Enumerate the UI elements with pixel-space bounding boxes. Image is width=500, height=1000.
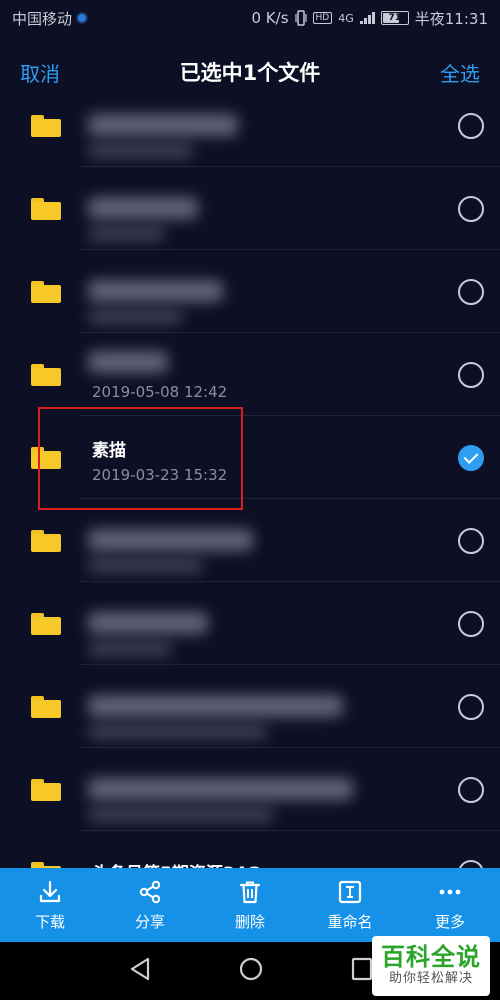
hd-badge: HD [312,12,333,24]
file-row[interactable]: 2019-05-08 12:42 [0,333,500,416]
signal-icon [359,12,375,24]
watermark-subtitle: 助你轻松解决 [388,971,473,986]
redacted-file-name [88,197,198,219]
redacted-file-date [88,144,193,158]
redacted-file-name [88,612,208,634]
rename-label: 重命名 [327,912,373,931]
trash-icon [239,881,261,903]
checked-checkbox[interactable] [458,445,484,471]
redacted-file-name [88,695,343,717]
redacted-file-date [88,227,165,241]
delete-label: 删除 [234,912,265,931]
file-row[interactable] [0,84,500,167]
status-left: 中国移动 [12,8,87,29]
checkbox[interactable] [458,528,484,554]
redacted-file-date [88,310,183,324]
download-icon [39,880,61,902]
delete-button[interactable]: 删除 [200,868,300,942]
file-row[interactable] [0,250,500,333]
file-date: 2019-05-08 12:42 [92,383,228,401]
file-list: 2019-05-08 12:42 素描 2019-03-23 15:32 头条号第5期… [0,84,500,868]
folder-icon [31,198,61,220]
download-label: 下载 [34,912,65,931]
file-row[interactable]: 头条号第5期资源34G [0,831,500,868]
folder-icon [31,696,61,718]
file-date: 2019-03-23 15:32 [92,466,228,484]
redacted-file-date [88,642,172,656]
rename-button[interactable]: 重命名 [300,868,400,942]
rename-icon [338,880,362,903]
file-row[interactable] [0,748,500,831]
watermark-logo: 百科全说 助你轻松解决 [372,936,490,996]
folder-icon [31,530,61,552]
action-bar: 下载 分享 删除 重命名 更多 [0,868,500,942]
file-row[interactable] [0,167,500,250]
status-bar: 中国移动 0 K/s HD 4G 71 半夜11:31 [0,0,500,36]
clock: 半夜11:31 [414,9,488,28]
folder-icon [31,115,61,137]
redacted-file-name [88,351,168,373]
checkbox[interactable] [458,279,484,305]
page-title: 已选中1个文件 [179,61,321,85]
more-button[interactable]: 更多 [400,868,500,942]
vibrate-icon [294,10,307,26]
more-icon [439,889,461,894]
battery-level: 71 [388,13,402,23]
checkbox[interactable] [458,196,484,222]
checkbox[interactable] [458,694,484,720]
download-button[interactable]: 下载 [0,868,100,942]
select-all-button[interactable]: 全选 [440,58,480,87]
redacted-file-date [88,559,203,573]
file-row[interactable] [0,582,500,665]
redacted-file-date [88,808,274,822]
checkbox[interactable] [458,113,484,139]
folder-icon [31,779,61,801]
checkbox[interactable] [458,860,484,868]
more-label: 更多 [434,912,465,931]
redacted-file-name [88,280,223,302]
share-button[interactable]: 分享 [100,868,200,942]
folder-icon [31,281,61,303]
file-row[interactable] [0,499,500,582]
file-row[interactable]: 素描 2019-03-23 15:32 [0,416,500,499]
home-icon[interactable] [238,956,264,982]
redacted-file-name [88,114,238,136]
folder-icon [31,613,61,635]
back-icon[interactable] [128,956,152,982]
cancel-button[interactable]: 取消 [20,58,60,87]
folder-icon [31,364,61,386]
location-dot-icon [78,14,87,22]
file-row[interactable] [0,665,500,748]
redacted-file-date [88,725,267,739]
redacted-file-name [88,529,253,551]
redacted-file-name [88,778,353,800]
file-name: 素描 [92,441,126,461]
checkbox[interactable] [458,611,484,637]
checkbox[interactable] [458,777,484,803]
file-name: 头条号第5期资源34G [92,859,260,868]
checkbox[interactable] [458,362,484,388]
status-right: 0 K/s HD 4G 71 半夜11:31 [252,8,489,29]
watermark-title: 百科全说 [381,943,481,971]
network-type: 4G [338,11,354,25]
share-icon [139,880,161,903]
battery-icon: 71 [380,11,409,25]
network-speed: 0 K/s [251,9,289,27]
carrier-name: 中国移动 [12,9,73,28]
recents-icon[interactable] [350,956,374,982]
share-label: 分享 [134,912,165,931]
folder-icon [31,447,61,469]
